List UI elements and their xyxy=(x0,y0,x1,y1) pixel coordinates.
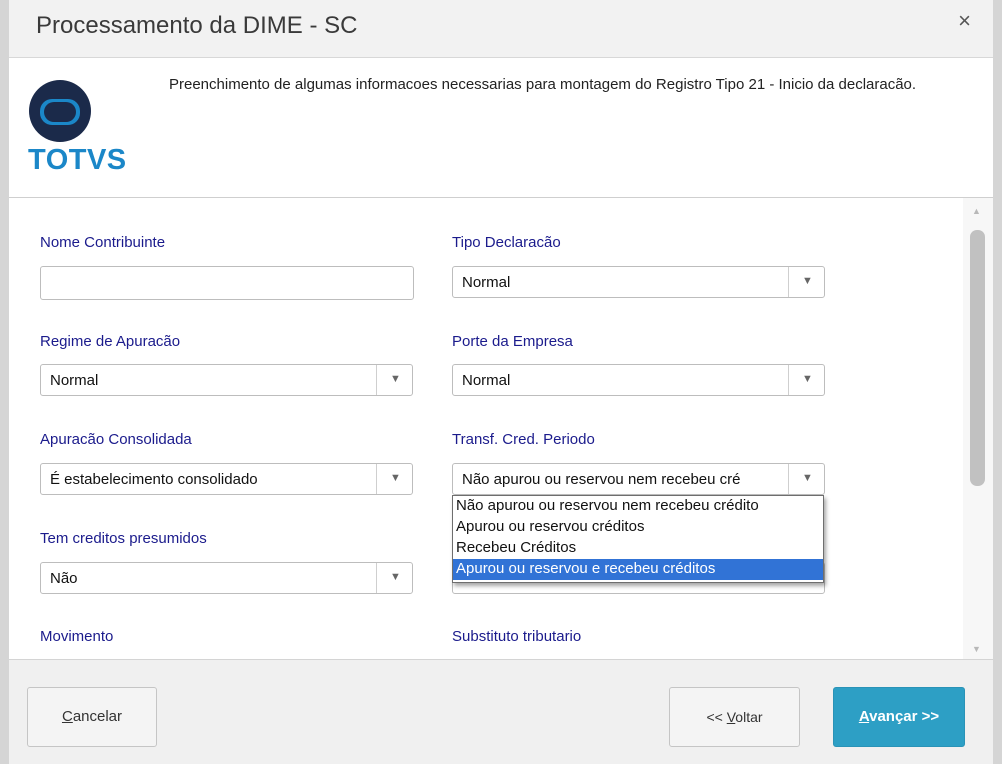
logo-text: TOTVS xyxy=(28,144,127,176)
back-prefix: << xyxy=(706,709,727,725)
cancel-label: ancelar xyxy=(72,708,123,725)
dialog-title: Processamento da DIME - SC xyxy=(36,12,358,39)
dropdown-option[interactable]: Recebeu Créditos xyxy=(453,538,823,559)
close-icon[interactable]: × xyxy=(958,10,971,32)
nome-contribuinte-input[interactable] xyxy=(40,266,414,300)
vertical-scrollbar[interactable]: ▲ ▼ xyxy=(963,198,993,659)
back-button[interactable]: << Voltar xyxy=(669,687,800,747)
chevron-down-icon: ▼ xyxy=(390,373,401,385)
chevron-down-icon: ▼ xyxy=(802,472,813,484)
dialog-titlebar: Processamento da DIME - SC × xyxy=(9,0,993,58)
totvs-logo-icon xyxy=(29,80,91,142)
apuracao-consolidada-select[interactable]: É estabelecimento consolidado ▼ xyxy=(40,463,413,495)
regime-apuracao-value: Normal xyxy=(50,372,99,389)
next-hotkey: A xyxy=(858,708,870,725)
cancel-hotkey: C xyxy=(61,708,73,725)
regime-apuracao-label: Regime de Apuracão xyxy=(40,333,181,350)
chevron-down-icon: ▼ xyxy=(802,373,813,385)
tipo-declaracao-label: Tipo Declaracão xyxy=(452,234,561,251)
regime-apuracao-select[interactable]: Normal ▼ xyxy=(40,364,413,396)
dropdown-option[interactable]: Não apurou ou reservou nem recebeu crédi… xyxy=(453,496,823,517)
substituto-tributario-label: Substituto tributario xyxy=(452,628,582,645)
dropdown-arrow[interactable]: ▼ xyxy=(788,464,824,494)
transf-cred-periodo-select[interactable]: Não apurou ou reservou nem recebeu cré ▼ xyxy=(452,463,825,495)
creditos-presumidos-select[interactable]: Não ▼ xyxy=(40,562,413,594)
transf-cred-periodo-dropdown: Não apurou ou reservou nem recebeu crédi… xyxy=(452,495,824,583)
dialog-footer: Cancelar << Voltar Avançar >> xyxy=(9,659,993,764)
dropdown-option-selected[interactable]: Apurou ou reservou e recebeu créditos xyxy=(453,559,823,580)
next-button[interactable]: Avançar >> xyxy=(833,687,965,747)
header-description: Preenchimento de algumas informacoes nec… xyxy=(169,76,917,93)
creditos-presumidos-label: Tem creditos presumidos xyxy=(40,530,207,547)
dropdown-arrow[interactable]: ▼ xyxy=(376,563,412,593)
porte-empresa-select[interactable]: Normal ▼ xyxy=(452,364,825,396)
porte-empresa-value: Normal xyxy=(462,372,511,389)
scroll-up-icon[interactable]: ▲ xyxy=(972,206,981,216)
dialog: Processamento da DIME - SC × TOTVS Preen… xyxy=(9,0,993,764)
dialog-header: TOTVS Preenchimento de algumas informaco… xyxy=(9,59,993,197)
back-hotkey: V xyxy=(726,709,736,725)
chevron-down-icon: ▼ xyxy=(390,472,401,484)
scrollbar-thumb[interactable] xyxy=(970,230,985,486)
apuracao-consolidada-value: É estabelecimento consolidado xyxy=(50,471,258,488)
movimento-label: Movimento xyxy=(40,628,114,645)
creditos-presumidos-value: Não xyxy=(50,570,78,587)
porte-empresa-label: Porte da Empresa xyxy=(452,333,573,350)
dropdown-arrow[interactable]: ▼ xyxy=(788,267,824,297)
scroll-down-icon[interactable]: ▼ xyxy=(972,644,981,654)
dropdown-arrow[interactable]: ▼ xyxy=(788,365,824,395)
tipo-declaracao-select[interactable]: Normal ▼ xyxy=(452,266,825,298)
tipo-declaracao-value: Normal xyxy=(462,274,511,291)
apuracao-consolidada-label: Apuracão Consolidada xyxy=(40,431,192,448)
chevron-down-icon: ▼ xyxy=(390,571,401,583)
transf-cred-periodo-label: Transf. Cred. Periodo xyxy=(452,431,595,448)
transf-cred-periodo-value: Não apurou ou reservou nem recebeu cré xyxy=(462,471,741,488)
dropdown-arrow[interactable]: ▼ xyxy=(376,365,412,395)
form-area: Nome Contribuinte Tipo Declaracão Normal… xyxy=(9,197,993,659)
back-label: oltar xyxy=(735,709,763,725)
cancel-button[interactable]: Cancelar xyxy=(27,687,157,747)
chevron-down-icon: ▼ xyxy=(802,275,813,287)
dropdown-arrow[interactable]: ▼ xyxy=(376,464,412,494)
dropdown-option[interactable]: Apurou ou reservou créditos xyxy=(453,517,823,538)
nome-contribuinte-label: Nome Contribuinte xyxy=(40,234,166,251)
next-label: vançar >> xyxy=(869,708,940,725)
